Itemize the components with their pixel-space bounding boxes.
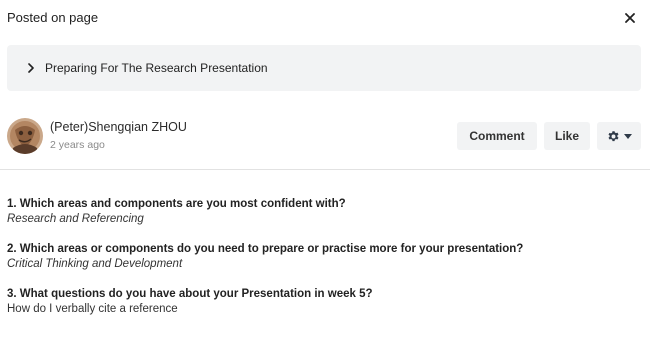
post-content: 1. Which areas and components are you mo… (7, 197, 643, 332)
author-name[interactable]: (Peter)Shengqian ZHOU (50, 120, 187, 134)
post-author-row: (Peter)Shengqian ZHOU 2 years ago Commen… (0, 110, 650, 168)
like-button[interactable]: Like (544, 122, 590, 150)
dialog-header: Posted on page (0, 0, 650, 36)
question-3: 3. What questions do you have about your… (7, 288, 373, 300)
close-icon (625, 13, 635, 23)
divider (0, 169, 650, 170)
answer-2: Critical Thinking and Development (7, 258, 183, 270)
question-2: 2. Which areas or components do you need… (7, 243, 524, 255)
avatar[interactable] (7, 118, 43, 154)
post-timestamp: 2 years ago (50, 139, 105, 151)
caret-down-icon (623, 133, 632, 139)
settings-menu-button[interactable] (597, 122, 641, 150)
answer-3: How do I verbally cite a reference (7, 303, 178, 315)
close-button[interactable] (620, 8, 640, 28)
page-link[interactable]: Preparing For The Research Presentation (7, 45, 641, 91)
chevron-right-icon (24, 61, 38, 75)
page-link-title: Preparing For The Research Presentation (45, 61, 268, 75)
comment-button[interactable]: Comment (457, 122, 537, 150)
dialog-title: Posted on page (7, 10, 99, 25)
answer-1: Research and Referencing (7, 213, 144, 225)
question-1: 1. Which areas and components are you mo… (7, 198, 346, 210)
gear-icon (607, 130, 619, 141)
